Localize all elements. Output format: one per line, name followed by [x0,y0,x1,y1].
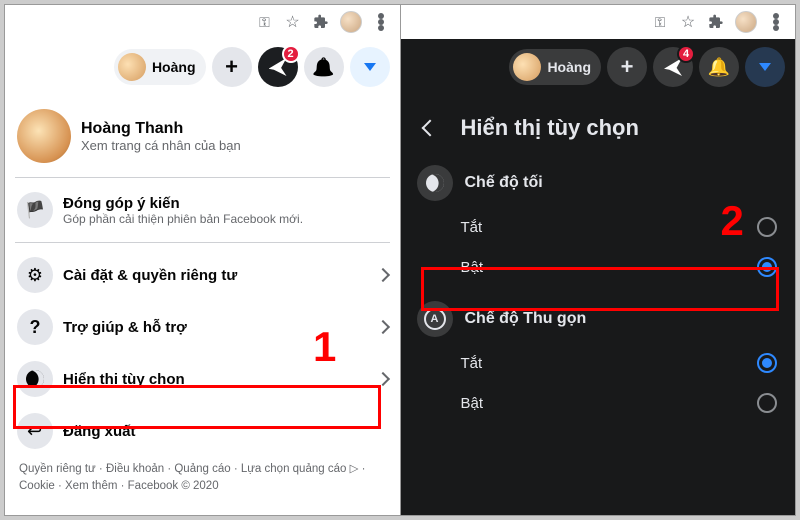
kebab-menu-icon[interactable] [372,13,390,31]
create-button[interactable] [607,47,647,87]
help-icon [17,309,53,345]
compact-mode-section: A Chế độ Thu gọn [405,295,792,343]
gear-icon [17,257,53,293]
option-off-label: Tắt [461,355,483,372]
account-menu-button[interactable] [745,47,785,87]
extensions-icon[interactable] [312,13,330,31]
radio-off-icon [757,217,777,237]
profile-pill[interactable]: Hoàng [509,49,601,85]
back-arrow-icon [424,122,436,134]
help-row[interactable]: Trợ giúp & hỗ trợ [11,301,394,353]
avatar-icon [118,53,146,81]
chevron-right-icon [378,322,388,332]
key-icon[interactable]: ⚿ [651,13,669,31]
create-button[interactable] [212,47,252,87]
moon-icon [417,165,453,201]
notifications-button[interactable] [304,47,344,87]
dark-mode-label: Chế độ tối [465,174,543,192]
settings-row[interactable]: Cài đặt & quyền riêng tư [11,249,394,301]
display-options-row[interactable]: Hiển thị tùy chọn [11,353,394,405]
logout-label: Đăng xuất [63,423,388,440]
messenger-icon [269,58,287,76]
divider [15,242,390,243]
radio-on-icon [757,353,777,373]
fb-header: Hoàng 4 [401,39,796,95]
footer-links[interactable]: Quyền riêng tư · Điều khoản · Quảng cáo … [11,457,394,504]
panel-title: Hiển thị tùy chọn [461,115,639,141]
key-icon[interactable]: ⚿ [256,13,274,31]
help-label: Trợ giúp & hỗ trợ [63,319,368,336]
settings-label: Cài đặt & quyền riêng tư [63,267,368,284]
dark-mode-section: Chế độ tối [405,159,792,207]
compact-off-option[interactable]: Tắt [405,343,792,383]
chevron-down-icon [759,63,771,71]
profile-short-name: Hoàng [547,59,591,75]
browser-chrome: ⚿ ☆ [5,5,400,39]
avatar-large [17,109,71,163]
feedback-icon [17,192,53,228]
messenger-badge: 2 [282,45,300,63]
chevron-right-icon [378,374,388,384]
display-label: Hiển thị tùy chọn [63,371,368,388]
avatar-icon [513,53,541,81]
feedback-title: Đóng góp ý kiến [63,195,388,212]
browser-avatar-icon[interactable] [340,11,362,33]
plus-icon [225,56,238,79]
logout-row[interactable]: Đăng xuất [11,405,394,457]
compact-icon: A [417,301,453,337]
messenger-badge: 4 [677,45,695,63]
profile-short-name: Hoàng [152,59,196,75]
profile-sub: Xem trang cá nhân của bạn [81,138,241,153]
fb-header: Hoàng 2 [5,39,400,95]
display-options-panel: Hiển thị tùy chọn Chế độ tối Tắt Bật A C… [401,95,796,515]
browser-chrome: ⚿ ☆ [401,5,796,39]
messenger-button[interactable]: 2 [258,47,298,87]
account-dropdown: Hoàng Thanh Xem trang cá nhân của bạn Đó… [5,95,400,515]
extensions-icon[interactable] [707,13,725,31]
chevron-right-icon [378,270,388,280]
radio-on-icon [757,257,777,277]
feedback-row[interactable]: Đóng góp ý kiến Góp phần cải thiện phiên… [11,184,394,236]
kebab-menu-icon[interactable] [767,13,785,31]
view-profile-row[interactable]: Hoàng Thanh Xem trang cá nhân của bạn [11,101,394,171]
divider [15,177,390,178]
option-on-label: Bật [461,259,484,276]
compact-mode-label: Chế độ Thu gọn [465,310,587,328]
plus-icon [621,56,634,79]
dark-mode-off-option[interactable]: Tắt [405,207,792,247]
profile-pill[interactable]: Hoàng [114,49,206,85]
radio-off-icon [757,393,777,413]
profile-full-name: Hoàng Thanh [81,120,241,138]
bookmark-star-icon[interactable]: ☆ [679,13,697,31]
account-menu-button[interactable] [350,47,390,87]
option-on-label: Bật [461,395,484,412]
moon-icon [17,361,53,397]
feedback-sub: Góp phần cải thiện phiên bản Facebook mớ… [63,212,388,226]
chevron-down-icon [364,63,376,71]
compact-on-option[interactable]: Bật [405,383,792,423]
logout-icon [17,413,53,449]
browser-avatar-icon[interactable] [735,11,757,33]
bookmark-star-icon[interactable]: ☆ [284,13,302,31]
option-off-label: Tắt [461,219,483,236]
messenger-button[interactable]: 4 [653,47,693,87]
notifications-button[interactable] [699,47,739,87]
dark-mode-on-option[interactable]: Bật [405,247,792,287]
bell-icon [312,57,334,78]
back-button[interactable] [413,111,447,145]
bell-icon [708,57,730,78]
